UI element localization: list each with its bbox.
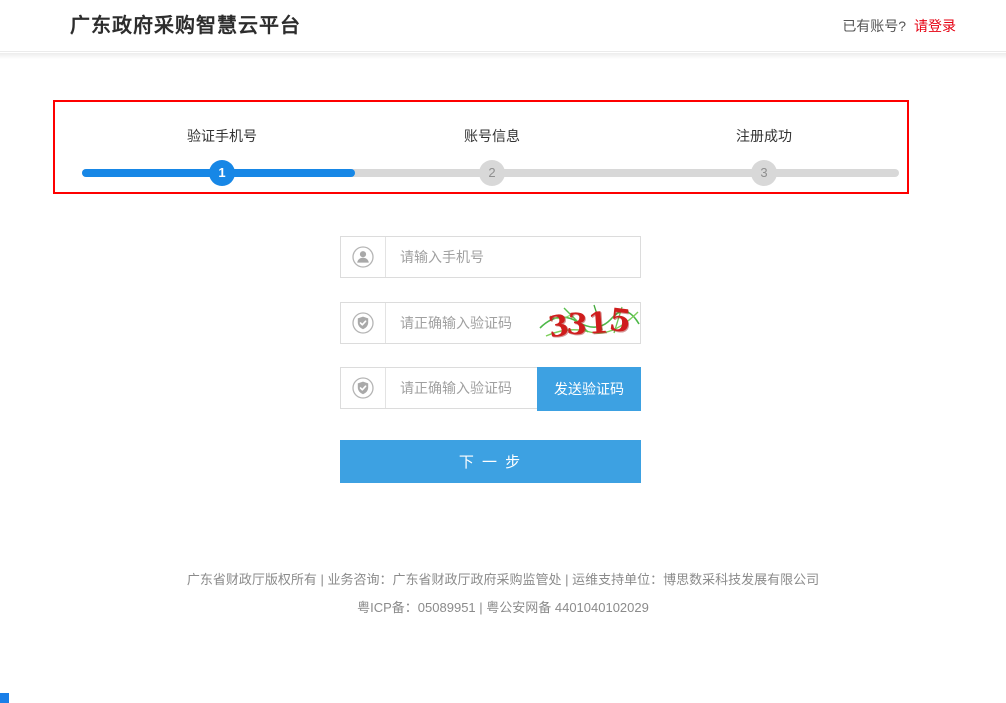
have-account-text: 已有账号? bbox=[842, 18, 906, 34]
page-title: 广东政府采购智慧云平台 bbox=[70, 0, 301, 52]
captcha-image[interactable]: 3315 bbox=[538, 300, 641, 346]
sms-code-input[interactable] bbox=[387, 368, 537, 408]
user-icon bbox=[341, 237, 386, 277]
registration-page: 广东政府采购智慧云平台 已有账号? 请登录 验证手机号 账号信息 注册成功 1 … bbox=[0, 0, 1006, 703]
shield-check-icon bbox=[341, 368, 386, 408]
captcha-input[interactable] bbox=[387, 303, 537, 343]
sms-code-input-row: 发送验证码 bbox=[340, 367, 641, 409]
header: 广东政府采购智慧云平台 已有账号? 请登录 bbox=[0, 0, 1006, 52]
header-right: 已有账号? 请登录 bbox=[842, 0, 956, 52]
login-link[interactable]: 请登录 bbox=[914, 18, 956, 34]
step-label-verify-phone: 验证手机号 bbox=[142, 126, 302, 146]
phone-input-row bbox=[340, 236, 641, 278]
captcha-input-row: 3315 bbox=[340, 302, 641, 344]
step-label-account-info: 账号信息 bbox=[412, 126, 572, 146]
registration-stepper: 验证手机号 账号信息 注册成功 1 2 3 bbox=[53, 100, 909, 194]
step-circle-1: 1 bbox=[209, 160, 235, 186]
footer-icp: 粤ICP备：05089951 | 粤公安网备 4401040102029 bbox=[0, 597, 1006, 616]
next-step-button[interactable]: 下 一 步 bbox=[340, 440, 641, 483]
step-circle-3: 3 bbox=[751, 160, 777, 186]
phone-input[interactable] bbox=[387, 237, 627, 277]
shield-check-icon bbox=[341, 303, 386, 343]
step-circle-2: 2 bbox=[479, 160, 505, 186]
step-label-register-success: 注册成功 bbox=[684, 126, 844, 146]
bottom-left-blue-mark bbox=[0, 693, 9, 703]
send-code-button[interactable]: 发送验证码 bbox=[537, 367, 641, 411]
footer-copyright: 广东省财政厅版权所有 | 业务咨询：广东省财政厅政府采购监管处 | 运维支持单位… bbox=[0, 569, 1006, 588]
captcha-digits: 3315 bbox=[538, 300, 641, 346]
